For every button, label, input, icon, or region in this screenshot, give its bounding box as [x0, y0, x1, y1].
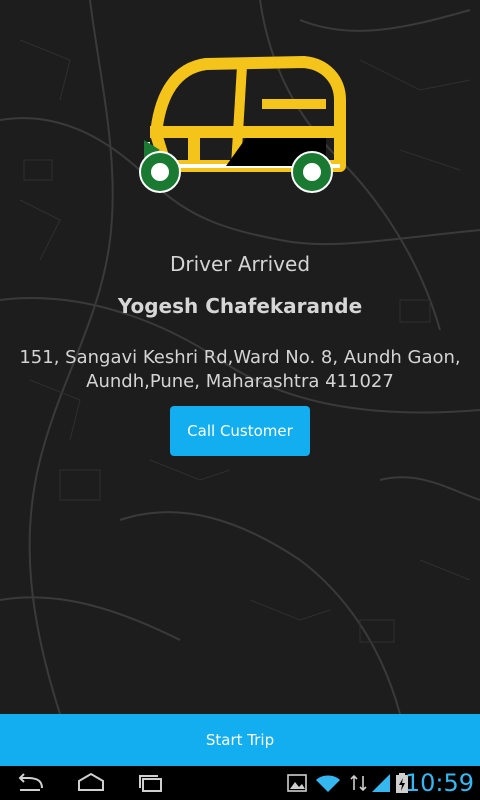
trip-status-title: Driver Arrived	[169, 252, 311, 276]
right-wheel-icon	[291, 151, 333, 193]
system-navigation-bar: 10:59	[0, 766, 480, 800]
call-customer-button[interactable]: Call Customer	[170, 406, 310, 456]
wifi-icon	[316, 775, 340, 792]
customer-name: Yogesh Chafekarande	[117, 294, 363, 318]
signal-icon	[372, 774, 390, 792]
gallery-icon	[287, 774, 307, 792]
status-clock: 10:59	[404, 769, 474, 797]
back-icon[interactable]	[14, 770, 48, 796]
up-down-arrows-icon	[350, 774, 367, 792]
left-wheel-icon	[139, 151, 181, 193]
start-trip-button[interactable]: Start Trip	[0, 714, 480, 766]
recent-apps-icon[interactable]	[134, 770, 168, 796]
pickup-address: 151, Sangavi Keshri Rd,Ward No. 8, Aundh…	[19, 347, 461, 392]
auto-rickshaw-logo	[139, 56, 346, 193]
home-icon[interactable]	[74, 770, 108, 796]
